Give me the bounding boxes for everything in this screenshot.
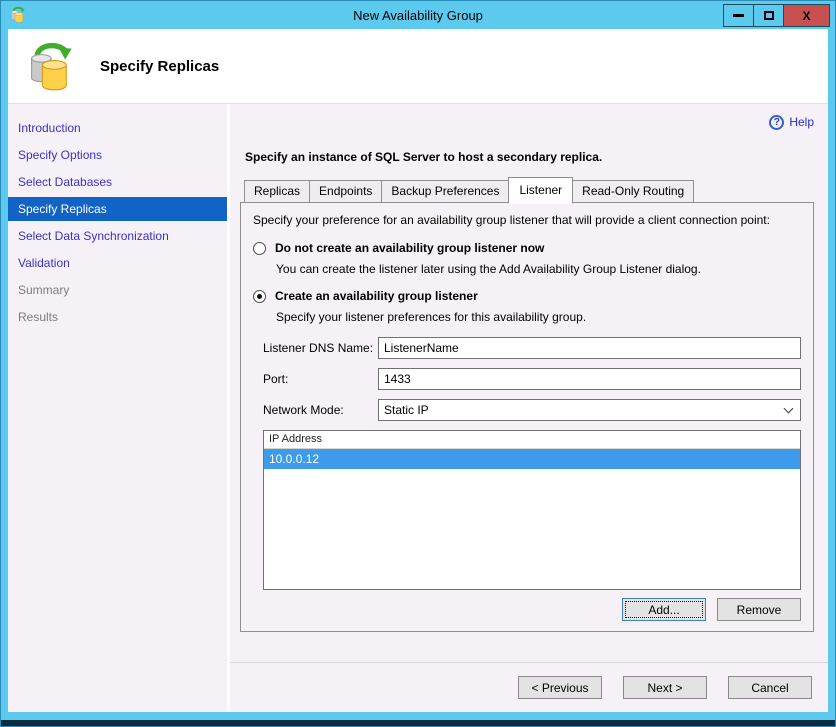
listener-intro-text: Specify your preference for an availabil… bbox=[253, 213, 770, 227]
maximize-icon bbox=[763, 11, 774, 20]
listener-tab-panel: Specify your preference for an availabil… bbox=[240, 202, 814, 632]
dns-name-input[interactable] bbox=[378, 337, 801, 359]
close-button[interactable]: X bbox=[784, 5, 829, 26]
wizard-footer: < Previous Next > Cancel bbox=[230, 662, 828, 712]
minimize-icon bbox=[733, 14, 744, 17]
network-mode-label: Network Mode: bbox=[263, 403, 344, 417]
ip-list-buttons: Add... Remove bbox=[253, 598, 801, 621]
dns-name-label: Listener DNS Name: bbox=[263, 341, 374, 355]
help-link[interactable]: ? Help bbox=[769, 112, 814, 132]
ip-address-row[interactable]: 10.0.0.12 bbox=[264, 449, 800, 469]
radio-create-listener[interactable]: Create an availability group listener bbox=[253, 289, 801, 303]
ip-address-column-header[interactable]: IP Address bbox=[264, 431, 800, 449]
tab-read-only-routing[interactable]: Read-Only Routing bbox=[572, 180, 695, 203]
titlebar[interactable]: New Availability Group X bbox=[1, 1, 835, 29]
network-mode-value: Static IP bbox=[384, 403, 429, 417]
sidebar-item-summary: Summary bbox=[18, 283, 70, 297]
sidebar-item-introduction[interactable]: Introduction bbox=[8, 116, 227, 140]
tab-strip: Replicas Endpoints Backup Preferences Li… bbox=[240, 177, 814, 204]
sidebar-item-select-databases[interactable]: Select Databases bbox=[8, 170, 227, 194]
page-title: Specify Replicas bbox=[100, 57, 220, 75]
sidebar-item-select-data-synchronization[interactable]: Select Data Synchronization bbox=[8, 224, 227, 248]
wizard-dialog: Specify Replicas Introduction Specify Op… bbox=[8, 29, 828, 712]
option-create-listener-label: Create an availability group listener bbox=[275, 289, 478, 303]
sidebar-item-results: Results bbox=[18, 310, 59, 324]
cancel-button[interactable]: Cancel bbox=[728, 676, 812, 699]
new-availability-group-window: New Availability Group X Specify Replica… bbox=[0, 0, 836, 727]
network-mode-select[interactable]: Static IP bbox=[378, 399, 801, 421]
minimize-button[interactable] bbox=[724, 5, 754, 26]
tab-replicas[interactable]: Replicas bbox=[244, 180, 311, 203]
option-create-listener-description: Specify your listener preferences for th… bbox=[276, 310, 587, 324]
ip-address-list: IP Address 10.0.0.12 bbox=[263, 430, 801, 590]
radio-unchecked-icon[interactable] bbox=[253, 241, 266, 255]
add-button[interactable]: Add... bbox=[622, 598, 706, 621]
instruction-text: Specify an instance of SQL Server to hos… bbox=[245, 150, 603, 164]
port-input[interactable] bbox=[378, 368, 801, 390]
availability-group-app-icon bbox=[9, 6, 26, 23]
option-no-listener: Do not create an availability group list… bbox=[253, 241, 801, 276]
replicas-header-icon bbox=[24, 40, 76, 92]
listener-fields: Listener DNS Name: Port: Network Mode: bbox=[263, 337, 801, 421]
next-button[interactable]: Next > bbox=[623, 676, 707, 699]
tab-listener[interactable]: Listener bbox=[508, 177, 574, 204]
sidebar-item-validation[interactable]: Validation bbox=[8, 251, 227, 275]
sidebar-item-specify-options[interactable]: Specify Options bbox=[8, 143, 227, 167]
remove-button[interactable]: Remove bbox=[717, 598, 801, 621]
help-label: Help bbox=[789, 115, 814, 129]
radio-no-listener[interactable]: Do not create an availability group list… bbox=[253, 241, 801, 255]
main-column: ? Help Specify an instance of SQL Server… bbox=[230, 104, 828, 712]
previous-button[interactable]: < Previous bbox=[518, 676, 602, 699]
option-create-listener: Create an availability group listener Sp… bbox=[253, 289, 801, 324]
radio-checked-icon[interactable] bbox=[253, 289, 266, 303]
option-no-listener-label: Do not create an availability group list… bbox=[275, 241, 545, 255]
tab-endpoints[interactable]: Endpoints bbox=[309, 180, 383, 203]
window-title: New Availability Group bbox=[353, 7, 483, 23]
option-no-listener-description: You can create the listener later using … bbox=[276, 262, 701, 276]
wizard-steps-sidebar: Introduction Specify Options Select Data… bbox=[8, 104, 230, 712]
port-label: Port: bbox=[263, 372, 289, 386]
maximize-button[interactable] bbox=[754, 5, 784, 26]
tab-backup-preferences[interactable]: Backup Preferences bbox=[381, 180, 510, 203]
main-content: ? Help Specify an instance of SQL Server… bbox=[230, 104, 828, 662]
chevron-down-icon bbox=[783, 403, 794, 414]
help-icon: ? bbox=[769, 114, 785, 130]
wizard-header: Specify Replicas bbox=[8, 29, 828, 104]
sidebar-item-specify-replicas[interactable]: Specify Replicas bbox=[8, 197, 227, 221]
window-frame-bottom bbox=[1, 720, 835, 726]
window-controls: X bbox=[723, 4, 830, 27]
wizard-body: Introduction Specify Options Select Data… bbox=[8, 104, 828, 712]
